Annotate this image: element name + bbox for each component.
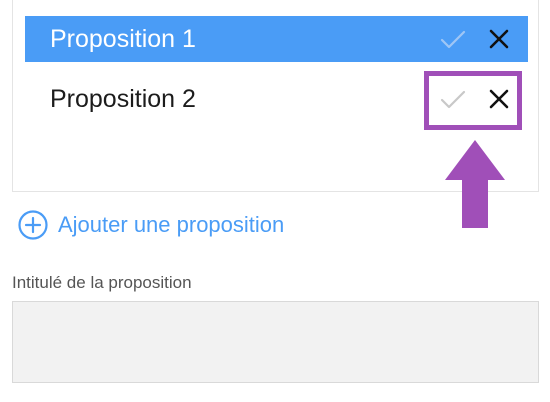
proposition-title-field[interactable] [12,301,539,383]
proposition-label: Proposition 1 [50,25,196,53]
add-proposition-button[interactable]: Ajouter une proposition [17,208,284,242]
check-icon[interactable] [437,23,469,55]
field-label: Intitulé de la proposition [12,273,192,292]
proposition-editor: Proposition 1 Proposition 2 Ajouter une … [0,0,550,402]
proposition-label: Proposition 2 [50,85,196,113]
arrow-up-icon [445,140,505,228]
close-icon[interactable] [483,23,515,55]
plus-circle-icon [18,210,48,240]
proposition-row-1[interactable]: Proposition 1 [25,16,528,62]
highlight-box [424,71,522,130]
add-proposition-label: Ajouter une proposition [58,212,285,237]
